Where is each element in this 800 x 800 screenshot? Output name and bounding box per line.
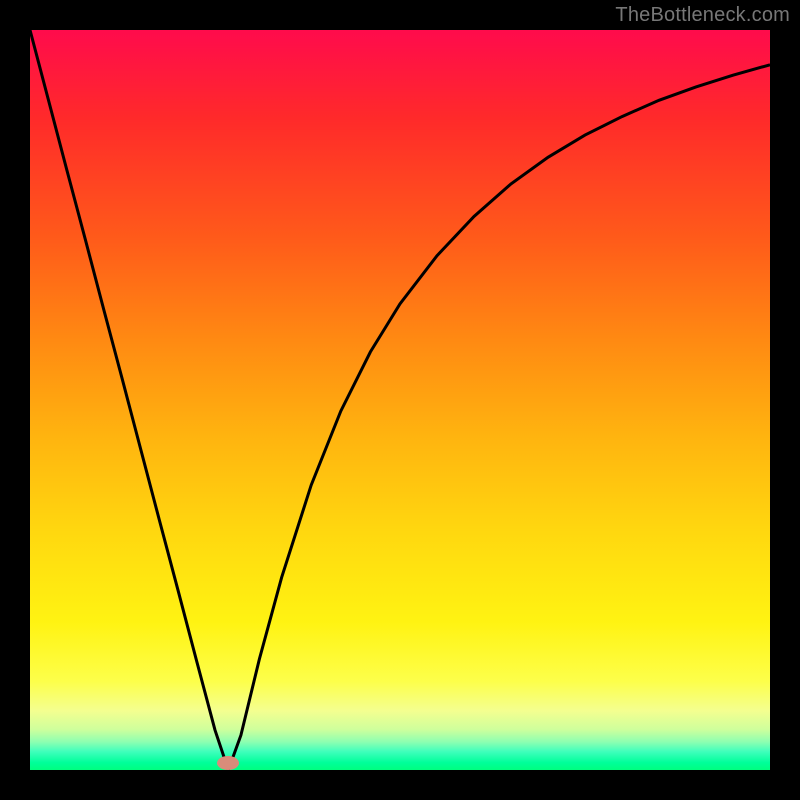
curve-line xyxy=(30,30,770,770)
plot-area xyxy=(30,30,770,770)
bottleneck-curve xyxy=(30,30,770,770)
optimal-point-marker xyxy=(217,756,239,770)
watermark-text: TheBottleneck.com xyxy=(615,4,790,27)
chart-frame: TheBottleneck.com xyxy=(0,0,800,800)
